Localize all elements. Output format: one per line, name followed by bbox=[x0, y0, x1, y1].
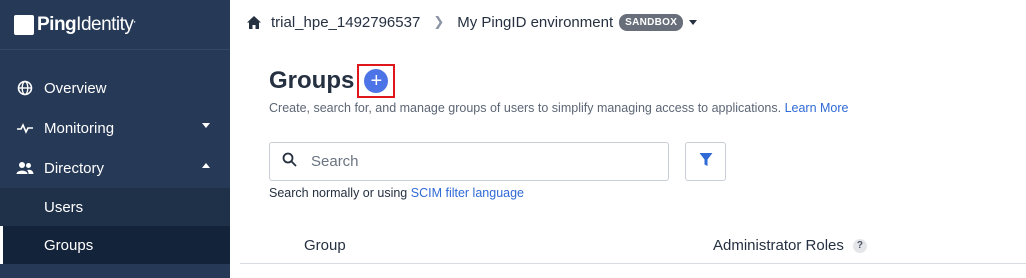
search-input[interactable] bbox=[311, 153, 651, 170]
breadcrumb-org[interactable]: trial_hpe_1492796537 bbox=[271, 14, 420, 31]
sidebar-item-label: Overview bbox=[44, 79, 107, 97]
pulse-icon bbox=[16, 119, 34, 137]
users-icon bbox=[16, 159, 34, 177]
filter-button[interactable] bbox=[685, 142, 726, 181]
title-row: Groups + bbox=[269, 64, 396, 98]
sidebar-item-users[interactable]: Users bbox=[0, 188, 230, 226]
page-description: Create, search for, and manage groups of… bbox=[269, 101, 849, 115]
help-icon[interactable]: ? bbox=[852, 238, 867, 253]
chevron-up-icon bbox=[202, 163, 210, 168]
sidebar-item-label: Directory bbox=[44, 159, 105, 177]
logo-text: PingIdentity. bbox=[37, 13, 136, 35]
filter-icon bbox=[699, 152, 713, 172]
chevron-right-icon: ❯ bbox=[433, 14, 445, 29]
search-icon bbox=[282, 152, 297, 172]
sidebar: PingIdentity. Overview Monitoring Direct… bbox=[0, 0, 230, 278]
add-group-button[interactable]: + bbox=[364, 69, 389, 93]
table-header: Group Administrator Roles ? bbox=[240, 225, 1026, 264]
sidebar-item-groups[interactable]: Groups bbox=[0, 226, 230, 264]
page-title: Groups bbox=[269, 67, 355, 94]
directory-submenu: Users Groups bbox=[0, 188, 230, 264]
plus-icon: + bbox=[370, 70, 383, 92]
chevron-down-icon bbox=[202, 123, 210, 128]
hint-text: Search normally or using bbox=[269, 186, 408, 200]
sidebar-item-monitoring[interactable]: Monitoring bbox=[0, 108, 230, 148]
add-highlight: + bbox=[357, 64, 396, 98]
column-header-label: Administrator Roles bbox=[713, 237, 844, 254]
sandbox-badge: SANDBOX bbox=[619, 13, 684, 31]
column-header-admin-roles[interactable]: Administrator Roles ? bbox=[713, 237, 867, 254]
logo-mark bbox=[14, 14, 34, 35]
description-text: Create, search for, and manage groups of… bbox=[269, 101, 782, 115]
sidebar-item-directory[interactable]: Directory bbox=[0, 148, 230, 188]
environment-dropdown-icon[interactable] bbox=[689, 19, 698, 25]
globe-icon bbox=[16, 79, 34, 97]
search-hint: Search normally or using SCIM filter lan… bbox=[269, 186, 524, 200]
sidebar-bottom bbox=[0, 264, 230, 278]
sidebar-item-overview[interactable]: Overview bbox=[0, 68, 230, 108]
home-icon[interactable] bbox=[246, 14, 262, 30]
column-header-group[interactable]: Group bbox=[304, 237, 346, 254]
sidebar-item-label: Monitoring bbox=[44, 119, 115, 137]
breadcrumb-environment[interactable]: My PingID environment bbox=[457, 14, 613, 31]
sidebar-nav: Overview Monitoring Directory Users Grou… bbox=[0, 68, 230, 264]
search-field[interactable] bbox=[269, 142, 669, 181]
learn-more-link[interactable]: Learn More bbox=[785, 101, 849, 115]
breadcrumb: trial_hpe_1492796537 ❯ My PingID environ… bbox=[230, 0, 1026, 44]
main-content: Groups + Create, search for, and manage … bbox=[230, 44, 1026, 278]
logo[interactable]: PingIdentity. bbox=[0, 0, 230, 50]
scim-filter-link[interactable]: SCIM filter language bbox=[411, 186, 524, 200]
